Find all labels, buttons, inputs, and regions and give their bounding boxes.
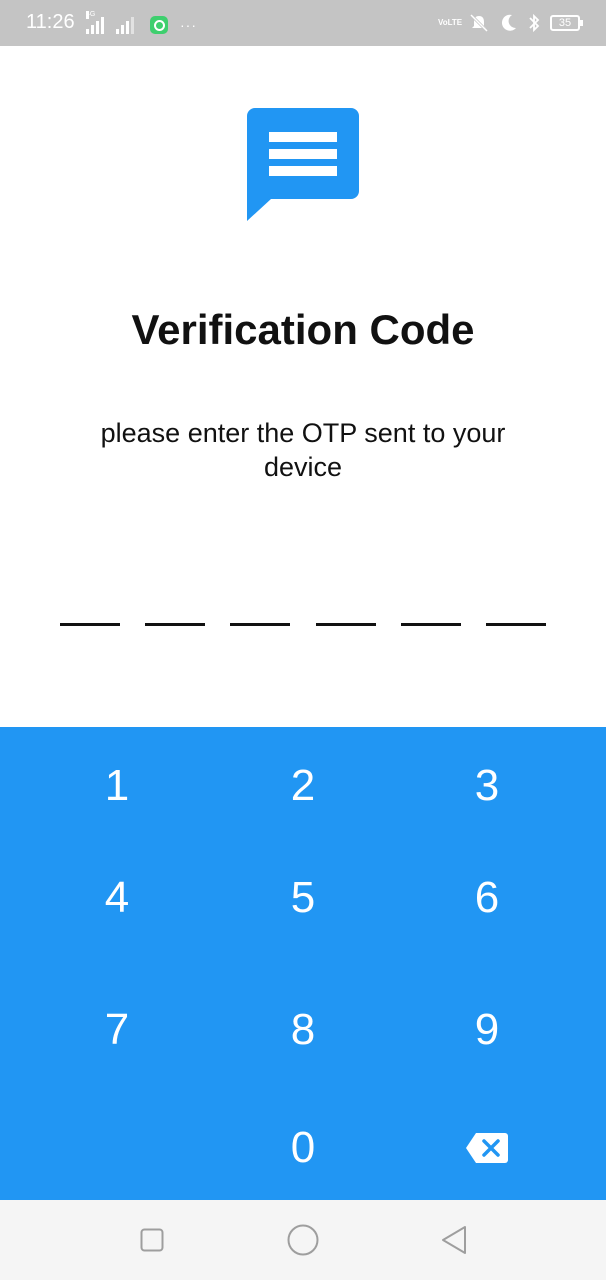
battery-icon: 35 xyxy=(550,15,583,31)
key-9[interactable]: 9 xyxy=(386,971,588,1089)
system-navigation-bar xyxy=(0,1200,606,1280)
recent-apps-icon xyxy=(140,1228,164,1252)
key-2[interactable]: 2 xyxy=(202,727,404,845)
key-5[interactable]: 5 xyxy=(202,839,404,957)
status-left-icons: 4G ··· xyxy=(86,11,197,34)
otp-digit-4[interactable] xyxy=(315,586,376,626)
mobile-signal-icon: 4G xyxy=(86,11,104,34)
secondary-signal-icon xyxy=(116,17,134,34)
status-time: 11:26 xyxy=(26,11,75,33)
status-right-icons: VoLTE 35 xyxy=(438,12,583,34)
numeric-keypad: 1 2 3 4 5 6 7 8 9 0 xyxy=(0,727,606,1200)
page-subtitle: please enter the OTP sent to your device xyxy=(100,418,506,482)
mute-bell-icon xyxy=(469,13,489,33)
do-not-disturb-moon-icon xyxy=(501,14,516,31)
battery-level: 35 xyxy=(558,17,572,29)
key-3[interactable]: 3 xyxy=(386,727,588,845)
home-button[interactable] xyxy=(285,1222,321,1258)
status-bar: 11:26 4G ··· VoLTE 35 xyxy=(0,0,606,46)
key-7[interactable]: 7 xyxy=(16,971,218,1089)
otp-digit-2[interactable] xyxy=(145,586,206,626)
screen: 11:26 4G ··· VoLTE 35 Verification Code … xyxy=(0,0,606,1280)
key-6[interactable]: 6 xyxy=(386,839,588,957)
network-type-label: 4G xyxy=(86,11,96,19)
app-notification-icon xyxy=(150,16,168,34)
bluetooth-icon xyxy=(529,13,540,33)
otp-digit-5[interactable] xyxy=(400,586,461,626)
otp-digit-6[interactable] xyxy=(485,586,546,626)
otp-digit-1[interactable] xyxy=(60,586,120,626)
key-0[interactable]: 0 xyxy=(202,1089,404,1207)
key-1[interactable]: 1 xyxy=(16,727,218,845)
backspace-button[interactable] xyxy=(386,1089,588,1207)
otp-digit-3[interactable] xyxy=(230,586,291,626)
key-8[interactable]: 8 xyxy=(202,971,404,1089)
backspace-icon xyxy=(466,1133,508,1163)
volte-icon: VoLTE xyxy=(438,18,463,27)
key-4[interactable]: 4 xyxy=(16,839,218,957)
back-button[interactable] xyxy=(436,1222,472,1258)
message-icon xyxy=(247,108,359,221)
back-icon xyxy=(442,1226,466,1254)
home-icon xyxy=(287,1224,319,1256)
otp-input-row[interactable] xyxy=(60,586,546,626)
page-title: Verification Code xyxy=(131,306,475,353)
more-notifications-icon: ··· xyxy=(180,17,197,33)
recent-apps-button[interactable] xyxy=(134,1222,170,1258)
